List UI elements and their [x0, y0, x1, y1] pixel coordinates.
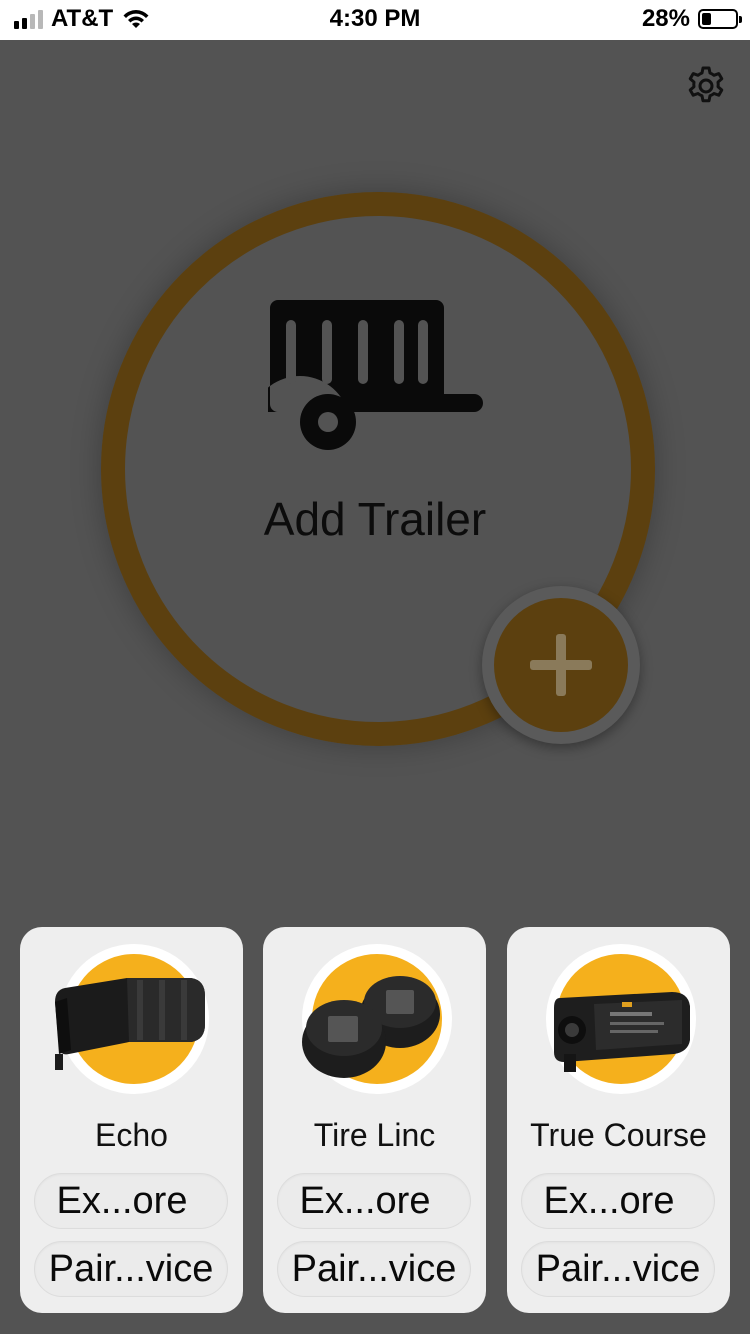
true-course-device-image — [554, 992, 690, 1072]
gear-icon[interactable] — [684, 64, 728, 108]
explore-button[interactable]: Ex...ore — [34, 1173, 228, 1229]
product-card-tire-linc[interactable]: Tire Linc Ex...ore Pair...vice — [263, 927, 486, 1313]
product-card-echo[interactable]: Echo Ex...ore Pair...vice — [20, 927, 243, 1313]
product-cards: Echo Ex...ore Pair...vice Tire Linc Ex..… — [20, 927, 730, 1313]
plus-icon — [530, 634, 592, 696]
echo-device-image — [55, 978, 205, 1070]
battery-fill — [702, 13, 711, 25]
explore-button[interactable]: Ex...ore — [277, 1173, 471, 1229]
pair-device-button[interactable]: Pair...vice — [34, 1241, 228, 1297]
explore-button[interactable]: Ex...ore — [521, 1173, 715, 1229]
product-card-true-course[interactable]: True Course Ex...ore Pair...vice — [507, 927, 730, 1313]
product-image-frame — [55, 944, 209, 1094]
add-trailer-label: Add Trailer — [263, 493, 487, 545]
pair-device-button[interactable]: Pair...vice — [521, 1241, 715, 1297]
battery-tip — [739, 16, 742, 23]
battery-percent: 28% — [641, 5, 690, 32]
status-bar-time: 4:30 PM — [329, 5, 421, 32]
pair-device-button[interactable]: Pair...vice — [277, 1241, 471, 1297]
product-name: True Course — [530, 1117, 707, 1153]
main-screen: Add Trailer Echo Ex...ore Pair...vice Ti… — [0, 40, 750, 1334]
add-trailer-plus-button[interactable] — [482, 586, 640, 744]
status-bar-right: 28% — [641, 5, 742, 33]
product-name: Echo — [95, 1117, 168, 1153]
battery-icon — [698, 9, 742, 29]
status-bar: AT&T 4:30 PM 28% — [0, 0, 750, 40]
product-image-frame — [546, 944, 696, 1094]
product-image-frame — [302, 944, 452, 1094]
plus-button-circle — [494, 598, 628, 732]
product-name: Tire Linc — [313, 1117, 436, 1153]
trailer-icon — [268, 300, 483, 450]
tire-linc-sensors-image — [302, 976, 440, 1078]
